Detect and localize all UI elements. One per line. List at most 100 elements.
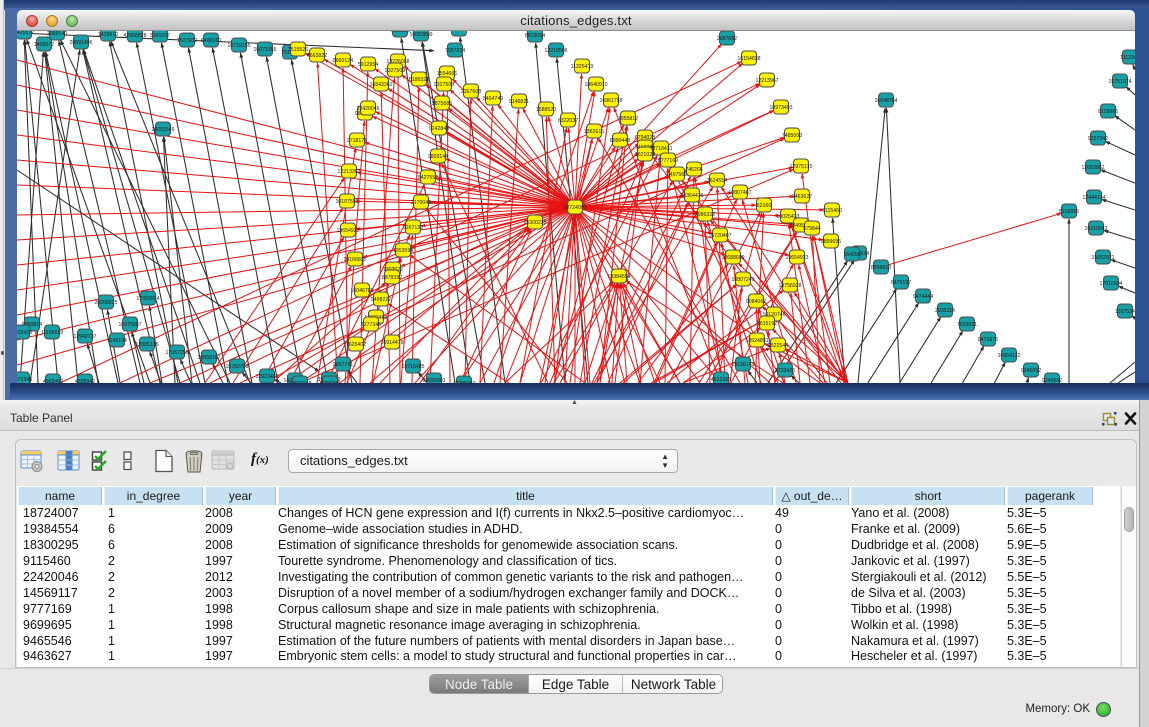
svg-text:1145194: 1145194: [107, 338, 127, 344]
svg-text:7485003: 7485003: [782, 133, 802, 139]
svg-text:8215955: 8215955: [1059, 209, 1079, 215]
svg-text:20053346: 20053346: [151, 127, 174, 133]
svg-text:1588520: 1588520: [536, 107, 556, 113]
svg-text:2803144: 2803144: [428, 154, 448, 160]
svg-text:1419610: 1419610: [98, 32, 118, 38]
svg-text:8454749: 8454749: [483, 96, 503, 102]
svg-text:15751074: 15751074: [1108, 79, 1131, 85]
svg-text:9327509: 9327509: [385, 68, 405, 74]
svg-text:2087682: 2087682: [717, 36, 737, 42]
svg-text:17016504: 17016504: [1099, 281, 1122, 287]
svg-text:1733426: 1733426: [775, 368, 795, 374]
svg-text:15136141: 15136141: [731, 362, 754, 368]
svg-text:8878392: 8878392: [382, 275, 402, 281]
svg-text:16914479: 16914479: [380, 340, 403, 346]
svg-text:3267130: 3267130: [403, 225, 423, 231]
svg-text:16961758: 16961758: [599, 98, 622, 104]
svg-text:2522544: 2522544: [768, 343, 788, 349]
svg-text:12213363: 12213363: [337, 169, 360, 175]
svg-text:15692971: 15692971: [1091, 255, 1114, 261]
svg-text:16046786: 16046786: [350, 288, 373, 294]
svg-text:15716485: 15716485: [401, 364, 424, 370]
svg-text:1554666: 1554666: [437, 71, 457, 77]
svg-text:20691406: 20691406: [69, 40, 92, 46]
svg-text:11156619: 11156619: [41, 330, 63, 336]
svg-text:1362615: 1362615: [584, 129, 604, 135]
svg-text:1621022: 1621022: [635, 152, 655, 158]
svg-text:1615192: 1615192: [757, 321, 777, 327]
svg-text:8660124: 8660124: [333, 58, 353, 64]
svg-text:9327508: 9327508: [434, 82, 454, 88]
svg-text:1277345: 1277345: [361, 322, 381, 328]
svg-text:9498222: 9498222: [371, 297, 391, 303]
svg-text:2718176: 2718176: [347, 138, 367, 144]
svg-text:18724007: 18724007: [563, 205, 586, 211]
svg-text:16648784: 16648784: [874, 98, 897, 104]
svg-text:10654112: 10654112: [998, 353, 1021, 359]
svg-text:8990448: 8990448: [610, 138, 630, 144]
svg-text:1405572: 1405572: [17, 31, 34, 36]
svg-text:12093862: 12093862: [1081, 165, 1104, 171]
svg-text:19756928: 19756928: [778, 283, 801, 289]
svg-text:7357224: 7357224: [445, 48, 465, 54]
svg-text:17359924: 17359924: [136, 296, 159, 302]
svg-text:1405572: 1405572: [34, 42, 54, 48]
svg-text:19654923: 19654923: [785, 255, 808, 261]
svg-text:679844: 679844: [803, 226, 820, 232]
svg-text:12213967: 12213967: [755, 78, 778, 84]
svg-text:7515526: 7515526: [288, 47, 308, 53]
svg-text:7663822: 7663822: [390, 31, 410, 34]
svg-text:18524851: 18524851: [745, 338, 768, 344]
svg-text:8471676: 8471676: [978, 337, 998, 343]
svg-text:746266: 746266: [685, 167, 702, 173]
svg-text:8427552: 8427552: [418, 175, 438, 181]
svg-text:19166825: 19166825: [343, 257, 366, 263]
svg-text:12942737: 12942737: [73, 334, 96, 340]
svg-text:11325419: 11325419: [571, 64, 594, 70]
svg-text:10107552: 10107552: [335, 199, 358, 205]
svg-text:25300235: 25300235: [523, 220, 546, 226]
svg-text:62160: 62160: [757, 203, 772, 209]
svg-text:16154838: 16154838: [737, 56, 760, 62]
svg-text:9857791: 9857791: [333, 362, 353, 368]
svg-text:12975115: 12975115: [790, 164, 813, 170]
svg-text:5875685: 5875685: [432, 101, 452, 107]
svg-text:6322037: 6322037: [558, 118, 578, 124]
svg-text:20364436: 20364436: [680, 193, 703, 199]
svg-text:19384554: 19384554: [607, 274, 630, 280]
svg-text:3341057: 3341057: [150, 33, 170, 39]
svg-text:16782759: 16782759: [225, 364, 248, 370]
svg-text:1112345: 1112345: [1120, 55, 1135, 61]
svg-text:9777169: 9777169: [658, 158, 678, 164]
svg-text:16053809: 16053809: [409, 32, 432, 38]
svg-text:15720407: 15720407: [708, 233, 731, 239]
svg-text:2458591: 2458591: [449, 31, 469, 33]
svg-text:10719155: 10719155: [227, 43, 250, 49]
svg-text:9899695: 9899695: [821, 239, 841, 245]
svg-text:18640910: 18640910: [584, 82, 607, 88]
svg-text:9129966: 9129966: [1098, 109, 1118, 115]
svg-text:7625402: 7625402: [346, 342, 366, 348]
svg-text:9115460: 9115460: [822, 208, 842, 214]
svg-text:9474444: 9474444: [913, 294, 933, 300]
svg-text:3915426: 3915426: [17, 330, 32, 336]
svg-text:10973493: 10973493: [769, 105, 792, 111]
svg-text:7986322: 7986322: [695, 212, 715, 218]
svg-text:7663822: 7663822: [307, 53, 327, 59]
svg-text:18807249: 18807249: [731, 277, 754, 283]
svg-text:1527602: 1527602: [177, 38, 197, 44]
svg-text:2069140: 2069140: [47, 31, 67, 37]
svg-text:10671355: 10671355: [253, 47, 276, 53]
svg-text:9227342: 9227342: [1088, 136, 1108, 142]
svg-text:12218506: 12218506: [544, 48, 567, 54]
svg-text:16210643: 16210643: [1084, 226, 1107, 232]
svg-text:10688609: 10688609: [721, 255, 744, 261]
svg-text:2935114: 2935114: [935, 308, 955, 314]
svg-text:7632621: 7632621: [957, 322, 977, 328]
svg-text:8186328: 8186328: [409, 77, 429, 83]
svg-text:16543362: 16543362: [369, 82, 392, 88]
svg-text:1167534: 1167534: [1115, 309, 1135, 315]
svg-text:20206525: 20206525: [94, 300, 117, 306]
svg-text:2170045: 2170045: [411, 200, 431, 206]
svg-text:10975887: 10975887: [118, 322, 141, 328]
